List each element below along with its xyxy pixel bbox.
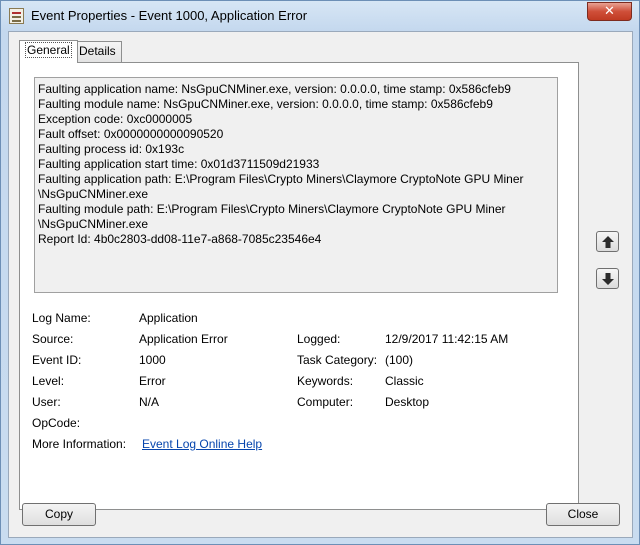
more-information-label: More Information: — [32, 437, 127, 451]
level-label: Level: — [32, 374, 65, 388]
description-line: Faulting application name: NsGpuCNMiner.… — [38, 82, 511, 96]
event-viewer-icon — [9, 8, 24, 24]
event-id-value: 1000 — [139, 353, 166, 367]
copy-button[interactable]: Copy — [22, 503, 96, 526]
computer-label: Computer: — [297, 395, 354, 409]
description-line: Faulting module name: NsGpuCNMiner.exe, … — [38, 97, 493, 111]
description-line: Exception code: 0xc0000005 — [38, 112, 193, 126]
event-description-box[interactable]: Faulting application name: NsGpuCNMiner.… — [34, 77, 558, 293]
close-button[interactable]: Close — [546, 503, 620, 526]
description-line: Faulting application start time: 0x01d37… — [38, 157, 320, 171]
keywords-label: Keywords: — [297, 374, 354, 388]
description-line: \NsGpuCNMiner.exe — [38, 217, 149, 231]
title-close-button[interactable]: ✕ — [587, 2, 632, 21]
description-line: \NsGpuCNMiner.exe — [38, 187, 149, 201]
dialog-client: General Details Faulting application nam… — [8, 31, 633, 538]
arrow-down-icon — [602, 273, 614, 285]
description-line: Faulting module path: E:\Program Files\C… — [38, 202, 506, 216]
user-value: N/A — [139, 395, 160, 409]
keywords-value: Classic — [385, 374, 424, 388]
description-line: Faulting application path: E:\Program Fi… — [38, 172, 524, 186]
tab-details[interactable]: Details — [73, 41, 122, 62]
logged-label: Logged: — [297, 332, 341, 346]
source-value: Application Error — [139, 332, 228, 346]
source-label: Source: — [32, 332, 74, 346]
opcode-label: OpCode: — [32, 416, 81, 430]
computer-value: Desktop — [385, 395, 430, 409]
tab-general-label: General — [25, 42, 72, 58]
general-panel: Faulting application name: NsGpuCNMiner.… — [19, 62, 579, 510]
event-id-label: Event ID: — [32, 353, 82, 367]
description-line: Faulting process id: 0x193c — [38, 142, 185, 156]
user-label: User: — [32, 395, 61, 409]
task-category-value: (100) — [385, 353, 414, 367]
event-properties-window: Event Properties - Event 1000, Applicati… — [0, 0, 640, 545]
next-event-button[interactable] — [596, 268, 619, 289]
description-line: Report Id: 4b0c2803-dd08-11e7-a868-7085c… — [38, 232, 322, 246]
previous-event-button[interactable] — [596, 231, 619, 252]
task-category-label: Task Category: — [297, 353, 378, 367]
tab-general[interactable]: General — [19, 40, 78, 63]
window-title: Event Properties - Event 1000, Applicati… — [31, 8, 308, 23]
event-log-online-help-link[interactable]: Event Log Online Help — [142, 437, 262, 451]
tab-details-label: Details — [79, 44, 116, 58]
description-line: Fault offset: 0x0000000000090520 — [38, 127, 224, 141]
title-bar[interactable]: Event Properties - Event 1000, Applicati… — [1, 1, 639, 31]
arrow-up-icon — [602, 236, 614, 248]
log-name-value: Application — [139, 311, 198, 325]
level-value: Error — [139, 374, 166, 388]
logged-value: 12/9/2017 11:42:15 AM — [385, 332, 509, 346]
log-name-label: Log Name: — [32, 311, 91, 325]
